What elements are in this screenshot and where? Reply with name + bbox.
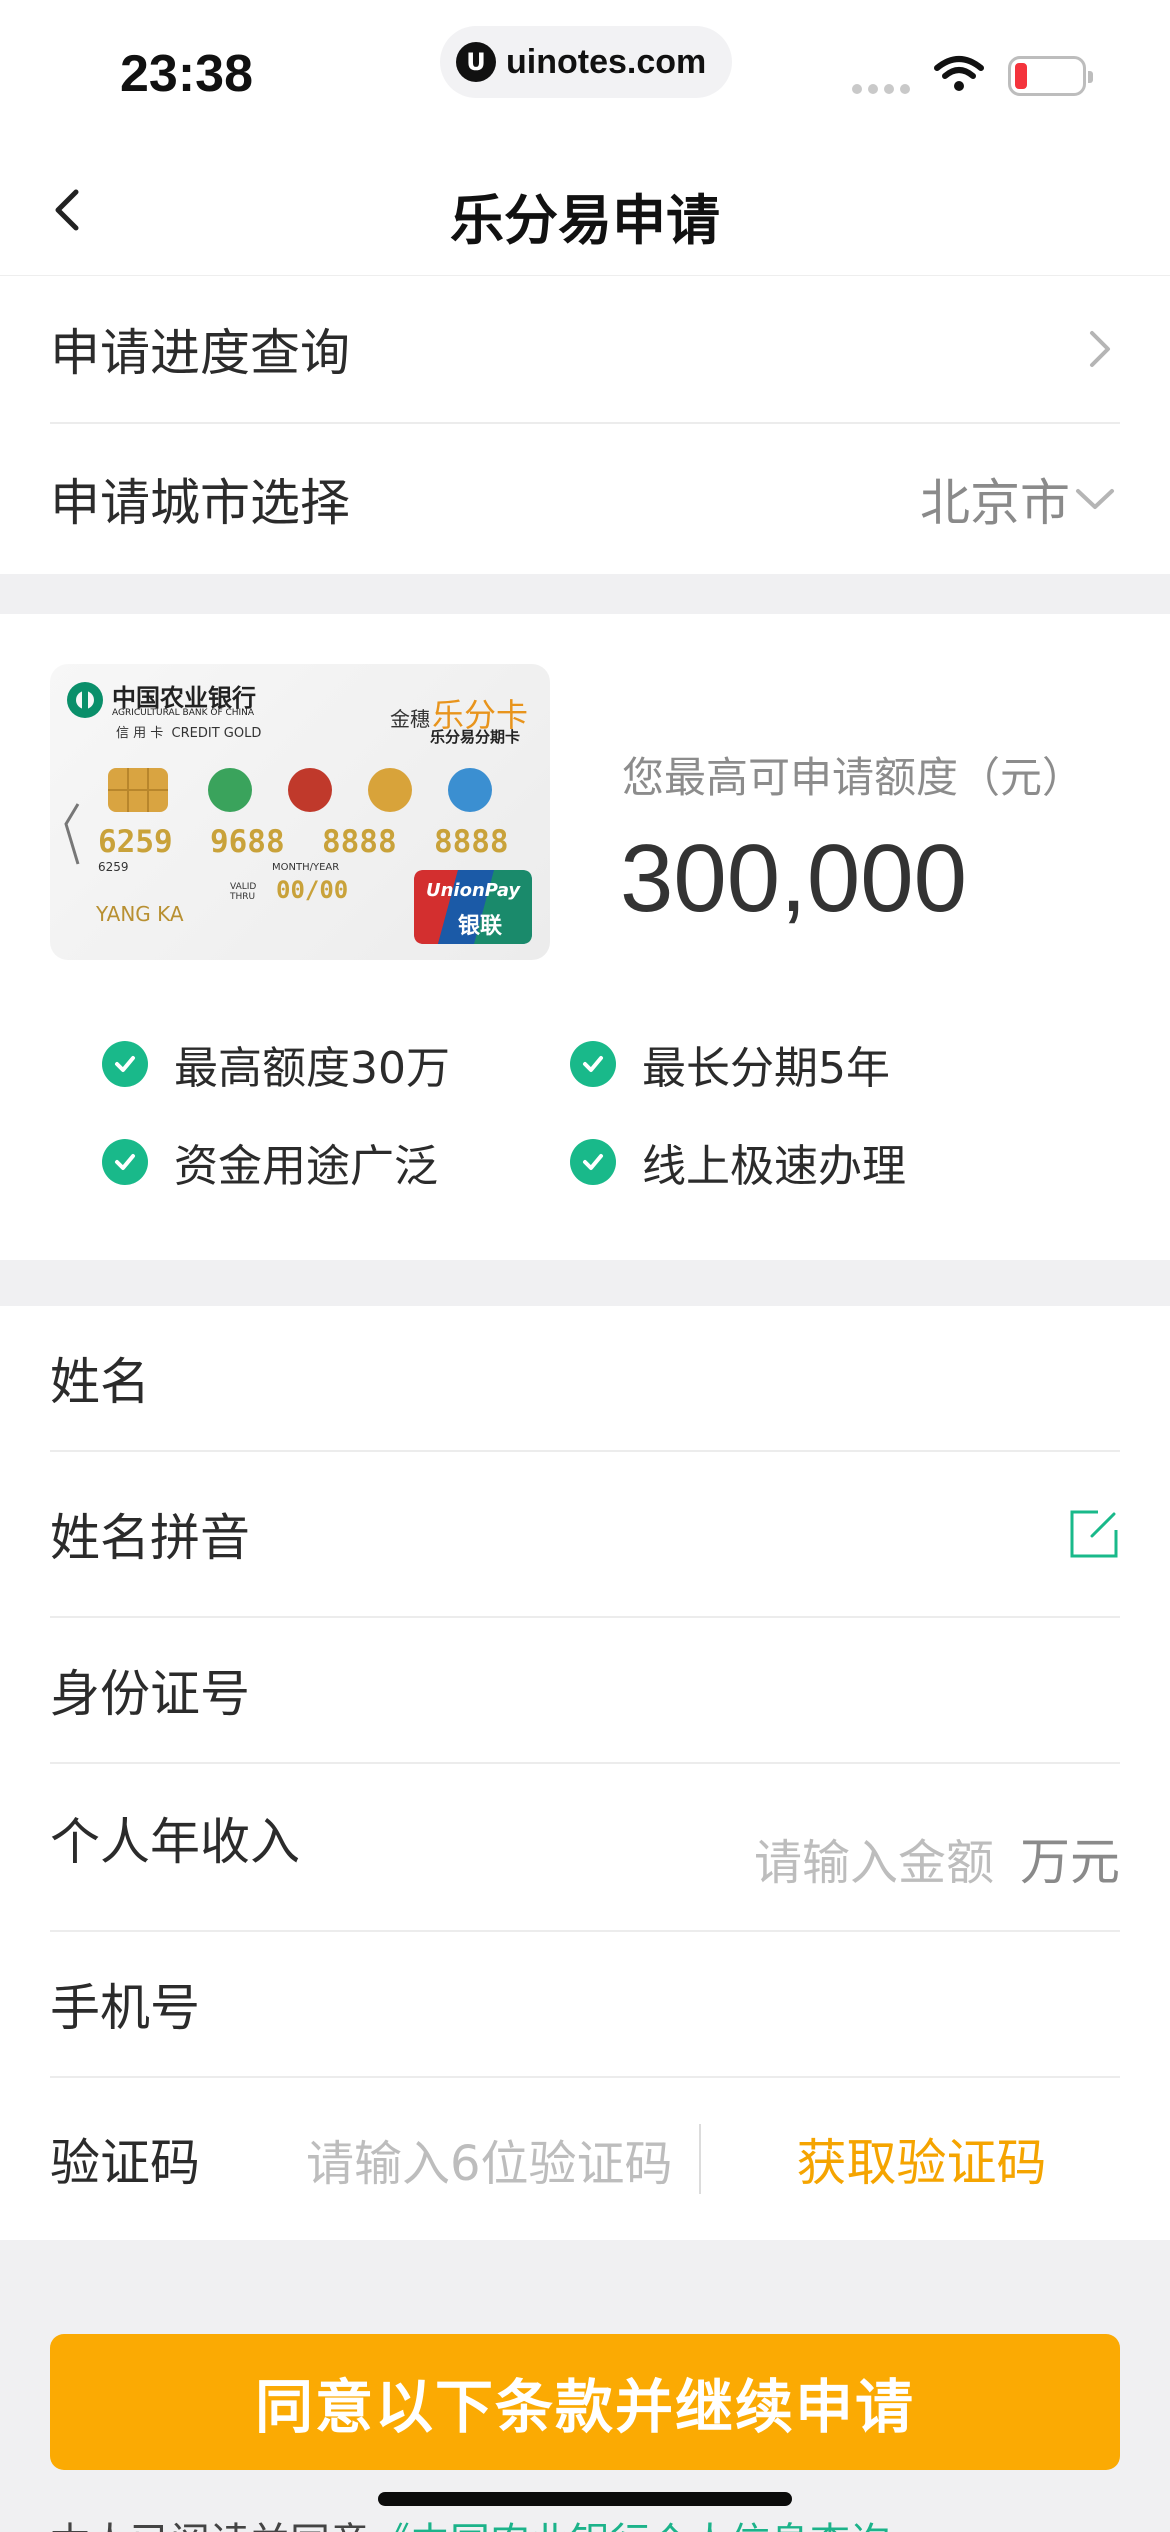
income-label: 个人年收入 xyxy=(50,1813,300,1871)
chevron-down-icon xyxy=(1076,489,1114,509)
bank-name-en: AGRICULTURAL BANK OF CHINA xyxy=(112,708,255,718)
nav-bar: 乐分易申请 xyxy=(0,140,1170,276)
feature-max-amount: 最高额度30万 xyxy=(102,1032,450,1096)
code-label: 验证码 xyxy=(50,2134,200,2192)
income-unit: 万元 xyxy=(1020,1833,1120,1891)
code-input[interactable]: 请输入6位验证码 xyxy=(306,2124,673,2194)
id-number-label: 身份证号 xyxy=(50,1665,250,1723)
card-number-small: 6259 xyxy=(98,860,129,874)
get-code-button[interactable]: 获取验证码 xyxy=(797,2123,1047,2195)
feature-text: 最长分期5年 xyxy=(642,1043,890,1094)
name-field[interactable]: 姓名 xyxy=(50,1306,1120,1452)
id-number-field[interactable]: 身份证号 xyxy=(50,1618,1120,1764)
quota-value: 300,000 xyxy=(620,825,968,932)
pinyin-label: 姓名拼音 xyxy=(50,1509,250,1567)
status-time: 23:38 xyxy=(120,45,253,103)
agreement-prefix: 本人已阅读并同意 xyxy=(50,2520,370,2532)
city-select-label: 申请城市选择 xyxy=(50,474,350,532)
phone-field[interactable]: 手机号 xyxy=(50,1932,1120,2078)
site-logo-icon: U xyxy=(456,42,496,82)
feature-text: 最高额度30万 xyxy=(174,1043,450,1094)
unionpay-logo-en: UnionPay xyxy=(426,880,521,901)
feature-text: 资金用途广泛 xyxy=(174,1141,438,1192)
signal-icon xyxy=(852,84,910,94)
unionpay-logo-cn: 银联 xyxy=(458,914,503,939)
submit-button[interactable]: 同意以下条款并继续申请 xyxy=(50,2334,1120,2470)
card-type: 信 用 卡 CREDIT GOLD xyxy=(116,726,262,741)
income-input[interactable]: 请输入金额 xyxy=(754,1823,994,1893)
city-value: 北京市 xyxy=(920,474,1070,532)
progress-query-label: 申请进度查询 xyxy=(50,324,350,382)
card-valid-label: VALID THRU xyxy=(230,882,256,902)
agreement-text: 本人已阅读并同意《中国农业银行个人信息查询 xyxy=(50,2510,890,2532)
card-holder: YANG KA xyxy=(96,902,184,926)
feature-max-term: 最长分期5年 xyxy=(570,1032,890,1096)
name-label: 姓名 xyxy=(50,1353,150,1411)
credit-card-image: 中国农业银行 AGRICULTURAL BANK OF CHINA 信 用 卡 … xyxy=(50,664,550,960)
status-bar: 23:38 U uinotes.com xyxy=(0,0,1170,140)
card-expiry: 00/00 xyxy=(276,876,349,904)
feature-fast-online: 线上极速办理 xyxy=(570,1130,906,1194)
divider xyxy=(698,2124,701,2194)
check-icon xyxy=(102,1139,148,1185)
wifi-icon xyxy=(934,56,984,91)
edit-icon[interactable] xyxy=(1068,1508,1120,1560)
url-pill[interactable]: U uinotes.com xyxy=(440,26,732,98)
chevron-right-icon xyxy=(1090,331,1110,367)
phone-label: 手机号 xyxy=(50,1979,200,2037)
application-form: 姓名 姓名拼音 身份证号 个人年收入 请输入金额 万元 手机号 验证码 请输入6… xyxy=(0,1306,1170,2240)
top-section: 申请进度查询 申请城市选择 北京市 xyxy=(0,276,1170,574)
battery-icon xyxy=(1008,56,1093,96)
progress-query-row[interactable]: 申请进度查询 xyxy=(50,276,1120,424)
check-icon xyxy=(570,1041,616,1087)
valid-label-line1: VALID xyxy=(230,882,257,892)
home-indicator[interactable] xyxy=(378,2492,792,2506)
check-icon xyxy=(102,1041,148,1087)
income-field[interactable]: 个人年收入 请输入金额 万元 xyxy=(50,1764,1120,1932)
card-brand-sub: 乐分易分期卡 xyxy=(430,728,521,746)
card-brand-prefix: 金穗 xyxy=(390,707,430,731)
page-title: 乐分易申请 xyxy=(450,189,720,252)
card-number: 6259 9688 8888 8888 xyxy=(98,824,509,860)
url-text: uinotes.com xyxy=(506,42,707,81)
check-icon xyxy=(570,1139,616,1185)
city-select-row[interactable]: 申请城市选择 北京市 xyxy=(50,424,1120,574)
card-month-year-label: MONTH/YEAR xyxy=(272,862,340,873)
valid-label-line2: THRU xyxy=(230,892,256,902)
verification-code-field[interactable]: 验证码 请输入6位验证码 获取验证码 xyxy=(50,2078,1120,2240)
pinyin-field[interactable]: 姓名拼音 xyxy=(50,1452,1120,1618)
feature-text: 线上极速办理 xyxy=(642,1141,906,1192)
feature-wide-usage: 资金用途广泛 xyxy=(102,1130,438,1194)
quota-label: 您最高可申请额度（元） xyxy=(622,753,1085,802)
agreement-link[interactable]: 《中国农业银行个人信息查询 xyxy=(370,2520,890,2532)
quota-section: 中国农业银行 AGRICULTURAL BANK OF CHINA 信 用 卡 … xyxy=(0,614,1170,1260)
